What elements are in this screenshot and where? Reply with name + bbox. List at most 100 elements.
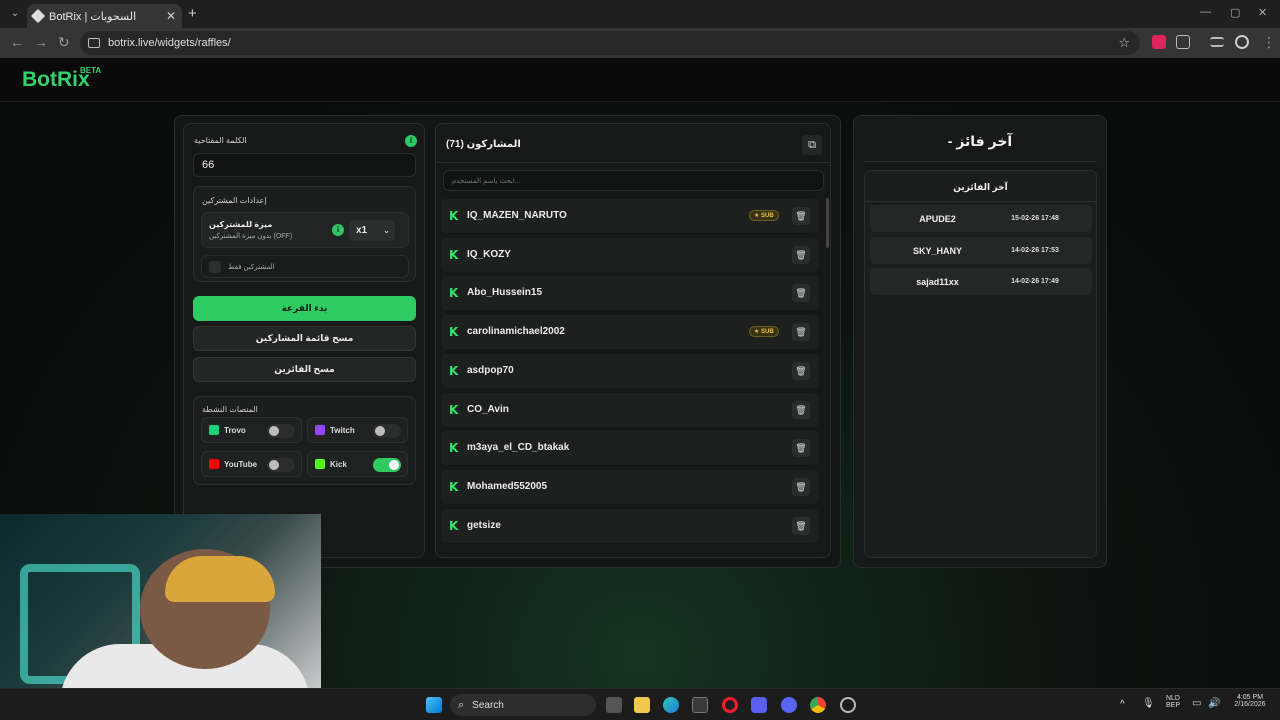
delete-icon[interactable]: 🗑 <box>792 362 810 380</box>
platform-name: YouTube <box>224 460 258 469</box>
settings-panel: الكلمة المفتاحية i 66 إعدادات المشتركين … <box>183 123 425 558</box>
list-item[interactable]: K Abo_Hussein15 🗑 <box>441 276 819 310</box>
list-item[interactable]: K IQ_KOZY 🗑 <box>441 238 819 272</box>
clear-participants-button[interactable]: مسح قائمة المشاركين <box>193 326 416 351</box>
delete-icon[interactable]: 🗑 <box>792 517 810 535</box>
participant-name: carolinamichael2002 <box>467 326 565 337</box>
extensions-puzzle-icon[interactable] <box>1176 35 1190 49</box>
task-view-icon[interactable] <box>606 697 622 713</box>
clear-winners-button[interactable]: مسح الفائزين <box>193 357 416 382</box>
kick-icon: K <box>449 441 459 455</box>
microphone-icon[interactable]: 🎙 <box>1142 698 1155 709</box>
store-icon[interactable] <box>692 697 708 713</box>
new-tab-button[interactable]: + <box>188 5 197 22</box>
app-icon[interactable] <box>840 697 856 713</box>
keyword-input[interactable]: 66 <box>193 153 416 177</box>
tab-search-dropdown-icon[interactable]: ⌄ <box>6 5 24 23</box>
divider <box>864 161 1096 162</box>
delete-icon[interactable]: 🗑 <box>792 323 810 341</box>
list-item[interactable]: K asdpop70 🗑 <box>441 354 819 388</box>
tab-title: BotRix | السحوبات <box>49 10 137 23</box>
tray-overflow-icon[interactable]: ^ <box>1120 699 1125 710</box>
botrix-logo[interactable]: BotRix BETA <box>22 66 101 92</box>
minimize-icon[interactable]: — <box>1200 6 1211 18</box>
list-item[interactable]: K carolinamichael2002 ★ SUB 🗑 <box>441 315 819 349</box>
platform-youtube: YouTube <box>201 451 302 477</box>
kick-icon: K <box>449 480 459 494</box>
multiplier-select[interactable]: x1 ⌄ <box>349 220 395 241</box>
browser-menu-icon[interactable]: ⋮ <box>1262 34 1276 51</box>
chevron-down-icon: ⌄ <box>383 226 390 235</box>
twitch-toggle[interactable] <box>373 424 401 438</box>
kick-icon: K <box>449 519 459 533</box>
platform-trovo: Trovo <box>201 417 302 443</box>
beta-badge: BETA <box>80 66 102 75</box>
windows-start-icon[interactable] <box>426 697 442 713</box>
winner-date: 14-02-26 17:53 <box>1011 247 1059 254</box>
network-icon[interactable]: ▭ <box>1192 698 1201 709</box>
scrollbar-thumb[interactable] <box>826 198 829 248</box>
winners-panel: - آخر فائز آخر الفائزين <box>853 115 1107 568</box>
language-top: NLD <box>1165 695 1180 702</box>
delete-icon[interactable]: 🗑 <box>792 207 810 225</box>
address-bar[interactable]: botrix.live/widgets/raffles/ ☆ <box>80 31 1140 55</box>
edge-icon[interactable] <box>663 697 679 713</box>
kick-icon: K <box>449 403 459 417</box>
list-item[interactable]: K m3aya_el_CD_btakak 🗑 <box>441 431 819 465</box>
subs-only-label: المشتركين فقط <box>228 264 275 271</box>
start-raffle-button[interactable]: بدء القرعة <box>193 296 416 321</box>
participant-settings-card: إعدادات المشتركين ميزة للمشتركين بدون مي… <box>193 186 416 282</box>
chrome-icon[interactable] <box>810 697 826 713</box>
video-app-icon[interactable] <box>751 697 767 713</box>
kick-icon: K <box>449 248 459 262</box>
subs-only-row[interactable]: المشتركين فقط <box>201 255 409 278</box>
list-item[interactable]: K CO_Avin 🗑 <box>441 393 819 427</box>
participants-title: المشاركون (71) <box>446 139 521 150</box>
back-icon[interactable]: ← <box>10 34 24 50</box>
language-indicator[interactable]: NLD BEP <box>1164 695 1182 709</box>
profile-icon[interactable] <box>1235 35 1249 49</box>
discord-icon[interactable] <box>781 697 797 713</box>
file-explorer-icon[interactable] <box>634 697 650 713</box>
info-icon[interactable]: i <box>405 135 417 147</box>
youtube-toggle[interactable] <box>267 458 295 472</box>
winner-item: APUDE2 15-02-26 17:48 <box>870 205 1092 232</box>
delete-icon[interactable]: 🗑 <box>792 284 810 302</box>
delete-icon[interactable]: 🗑 <box>792 401 810 419</box>
taskbar-search[interactable]: ⌕ Search <box>450 694 596 716</box>
bookmark-star-icon[interactable]: ☆ <box>1118 35 1130 51</box>
reload-icon[interactable]: ↻ <box>58 34 70 51</box>
list-item[interactable]: K IQ_MAZEN_NARUTO ★ SUB 🗑 <box>441 199 819 233</box>
browser-toolbar: ← → ↻ botrix.live/widgets/raffles/ ☆ ⋮ <box>0 28 1280 58</box>
sub-feature-info-icon[interactable]: i <box>332 224 344 236</box>
clock[interactable]: 4:05 PM 2/16/2026 <box>1226 694 1274 708</box>
copy-icon[interactable]: ⧉ <box>802 135 822 155</box>
search-icon: ⌕ <box>458 698 465 711</box>
participant-search-input[interactable]: ابحث باسم المستخدم... <box>443 170 824 191</box>
volume-icon[interactable]: 🔊 <box>1208 698 1220 709</box>
tab-close-icon[interactable]: ✕ <box>166 9 176 23</box>
sub-badge: ★ SUB <box>749 210 779 221</box>
list-item[interactable]: K Mohamed552005 🗑 <box>441 470 819 504</box>
browser-tab[interactable]: BotRix | السحوبات ✕ <box>27 4 182 28</box>
delete-icon[interactable]: 🗑 <box>792 478 810 496</box>
extension-icon[interactable] <box>1152 35 1166 49</box>
site-header: BotRix BETA <box>0 58 1280 102</box>
list-item[interactable]: K getsize 🗑 <box>441 509 819 543</box>
opera-icon[interactable] <box>722 697 738 713</box>
subs-only-checkbox[interactable] <box>209 261 221 273</box>
platforms-card: المنصات النشطة Trovo Twitch YouTube Kick <box>193 396 416 485</box>
kick-toggle[interactable] <box>373 458 401 472</box>
delete-icon[interactable]: 🗑 <box>792 439 810 457</box>
botrix-favicon-icon <box>30 8 46 24</box>
maximize-icon[interactable]: ▢ <box>1230 6 1240 19</box>
site-info-icon[interactable] <box>88 38 100 48</box>
language-bottom: BEP <box>1165 702 1180 709</box>
window-close-icon[interactable]: ✕ <box>1258 6 1267 19</box>
delete-icon[interactable]: 🗑 <box>792 246 810 264</box>
trovo-toggle[interactable] <box>267 424 295 438</box>
forward-icon[interactable]: → <box>34 34 48 50</box>
winner-date: 15-02-26 17:48 <box>1011 215 1059 222</box>
platform-twitch: Twitch <box>307 417 408 443</box>
reading-list-icon[interactable] <box>1210 37 1224 47</box>
